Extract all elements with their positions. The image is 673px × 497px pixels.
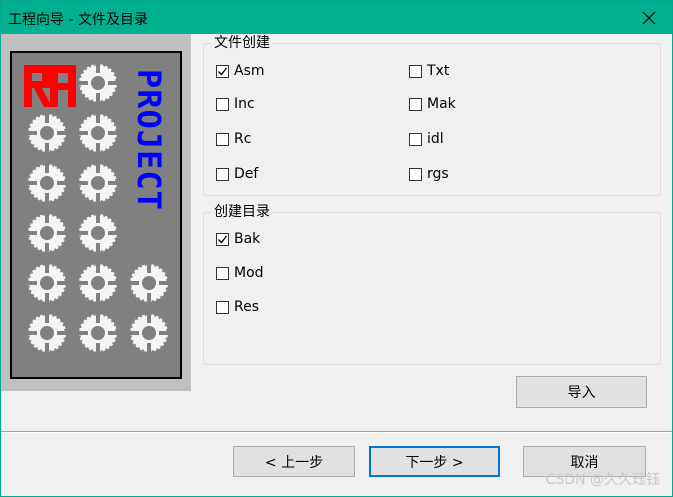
ra-logo: [24, 65, 76, 107]
checkbox-box[interactable]: [216, 232, 229, 246]
checkbox-label: Mak: [427, 96, 456, 112]
checkbox-res[interactable]: Res: [216, 298, 259, 316]
checkbox-label: Res: [234, 299, 260, 315]
next-button[interactable]: 下一步 >: [369, 446, 500, 477]
window-title: 工程向导 - 文件及目录: [8, 12, 148, 28]
checkbox-box[interactable]: [216, 132, 229, 146]
file-group-title: 文件创建: [212, 34, 272, 52]
wizard-window: 工程向导 - 文件及目录 PROJECT 文件创建 创建目录 Asm Txt I…: [0, 0, 673, 497]
checkbox-label: Rc: [234, 131, 252, 147]
checkbox-txt[interactable]: Txt: [409, 62, 449, 80]
close-icon: [642, 11, 656, 24]
import-button[interactable]: 导入: [516, 376, 647, 408]
dir-group-title: 创建目录: [212, 203, 272, 221]
checkbox-mod[interactable]: Mod: [216, 264, 264, 282]
prev-button[interactable]: < 上一步: [233, 446, 355, 477]
dir-create-group: 创建目录: [203, 203, 661, 365]
banner-graphic: PROJECT: [24, 62, 170, 354]
checkbox-label: Bak: [234, 231, 261, 247]
checkmark-icon: [218, 67, 228, 75]
checkbox-box[interactable]: [409, 167, 422, 181]
checkbox-rc[interactable]: Rc: [216, 130, 251, 148]
checkbox-box[interactable]: [216, 300, 229, 314]
checkbox-box[interactable]: [216, 64, 229, 78]
checkmark-icon: [218, 235, 228, 243]
checkbox-box[interactable]: [409, 97, 422, 111]
title-bar[interactable]: 工程向导 - 文件及目录: [1, 1, 672, 34]
checkbox-rgs[interactable]: rgs: [409, 165, 449, 183]
wizard-banner: PROJECT: [1, 34, 191, 391]
checkbox-label: Mod: [234, 265, 264, 281]
checkbox-box[interactable]: [409, 132, 422, 146]
checkbox-box[interactable]: [216, 167, 229, 181]
checkbox-label: Txt: [427, 63, 450, 79]
checkbox-label: idl: [427, 131, 444, 147]
footer-divider-highlight: [1, 432, 672, 433]
checkbox-inc[interactable]: Inc: [216, 95, 255, 113]
checkbox-bak[interactable]: Bak: [216, 230, 260, 248]
checkbox-label: Asm: [234, 63, 265, 79]
checkbox-label: rgs: [427, 166, 449, 182]
checkbox-box[interactable]: [216, 97, 229, 111]
checkbox-idl[interactable]: idl: [409, 130, 444, 148]
checkbox-box[interactable]: [216, 266, 229, 280]
banner-image: PROJECT: [10, 51, 182, 379]
checkbox-box[interactable]: [409, 64, 422, 78]
checkbox-label: Inc: [234, 96, 255, 112]
checkbox-mak[interactable]: Mak: [409, 95, 456, 113]
checkbox-def[interactable]: Def: [216, 165, 258, 183]
watermark: CSDN @久久珏钰: [545, 472, 660, 488]
checkbox-asm[interactable]: Asm: [216, 62, 265, 80]
project-logo-text: PROJECT: [130, 69, 168, 211]
checkbox-label: Def: [234, 166, 259, 182]
close-button[interactable]: [626, 1, 672, 34]
